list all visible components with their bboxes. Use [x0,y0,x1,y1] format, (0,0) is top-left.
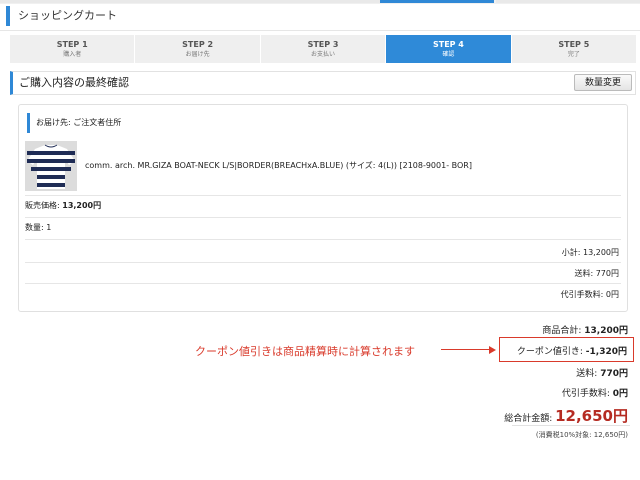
grand-total-label: 総合計金額: [504,414,553,424]
step-number: STEP 2 [182,40,214,49]
top-tab-strip [0,0,640,4]
grand-total: 総合計金額: 12,650円 [504,405,628,426]
striped-shirt-image [25,141,77,191]
quantity-label: 数量: [25,223,44,232]
product-thumbnail[interactable] [25,141,77,191]
summary-cod-fee: 代引手数料: 0円 [562,386,628,399]
step-number: STEP 1 [56,40,88,49]
subtotal-row: 小計: 13,200円 [561,248,619,257]
cod-fee-row: 代引手数料: 0円 [560,290,619,299]
product-name[interactable]: comm. arch. MR.GIZA BOAT-NECK L/S|BORDER… [85,160,472,171]
step-2: STEP 2 お届け先 [135,35,261,63]
top-strip-segment [496,0,640,3]
step-label: お届け先 [185,51,210,58]
step-label: 購入者 [63,51,82,58]
divider [25,195,621,196]
divider [25,283,621,284]
coupon-label: クーポン値引き: [516,347,583,357]
step-5: STEP 5 完了 [511,35,637,63]
top-strip-active-segment [380,0,494,3]
grand-total-value: 12,650円 [555,407,628,425]
coupon-discount-highlight: クーポン値引き: -1,320円 [499,337,634,362]
step-number: STEP 4 [432,40,464,49]
tax-note: (消費税10%対象: 12,650円) [535,431,628,439]
summary-shipping-label: 送料: [576,369,598,379]
goods-total-value: 13,200円 [584,326,628,336]
unit-price-row: 販売価格: 13,200円 [25,200,101,211]
summary-cod-value: 0円 [612,389,628,399]
divider [25,239,621,240]
shipping-row: 送料: 770円 [574,269,619,278]
top-strip-segment [0,0,380,3]
summary-shipping-value: 770円 [600,369,628,379]
section-title: ご購入内容の最終確認 [19,76,129,89]
step-number: STEP 5 [558,40,590,49]
step-1: STEP 1 購入者 [10,35,136,63]
coupon-value: -1,320円 [585,347,627,357]
goods-total-label: 商品合計: [542,326,582,336]
order-details-box: お届け先: ご注文者住所 comm. arch. MR.GIZA BOAT-NE… [18,104,628,312]
summary-shipping: 送料: 770円 [576,366,628,379]
checkout-steps: STEP 1 購入者 STEP 2 お届け先 STEP 3 お支払い STEP … [10,35,637,63]
coupon-annotation: クーポン値引きは商品精算時に計算されます [195,345,415,358]
step-label: 完了 [567,51,580,58]
shipping-address-label: お届け先: ご注文者住所 [27,113,121,133]
arrow-right-icon [441,349,491,350]
quantity-value: 1 [46,223,52,232]
step-label: お支払い [311,51,336,58]
page-title: ショッピングカート [6,6,117,26]
title-divider [0,30,640,31]
divider [512,425,630,426]
confirm-section-header: ご購入内容の最終確認 数量変更 [10,71,636,95]
price-label: 販売価格: [25,201,60,210]
goods-total: 商品合計: 13,200円 [542,323,628,336]
step-number: STEP 3 [307,40,339,49]
divider [25,262,621,263]
step-label: 確認 [442,51,455,58]
change-quantity-button[interactable]: 数量変更 [574,74,632,91]
step-4-current: STEP 4 確認 [386,35,512,63]
divider [25,217,621,218]
quantity-row: 数量: 1 [25,222,51,233]
coupon-discount: クーポン値引き: -1,320円 [517,344,627,357]
step-3: STEP 3 お支払い [260,35,387,63]
arrow-head-icon [489,346,496,354]
summary-cod-label: 代引手数料: [561,389,610,399]
price-value: 13,200円 [62,201,102,210]
